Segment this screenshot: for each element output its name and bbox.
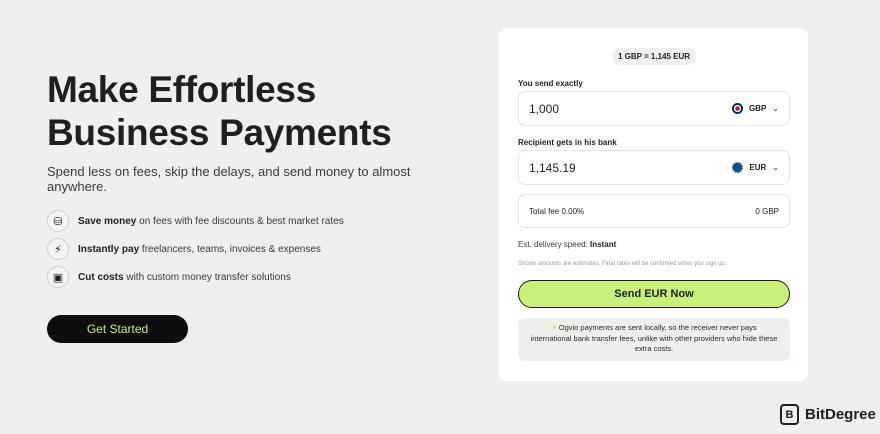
send-amount-label: You send exactly — [518, 79, 583, 88]
send-eur-now-button[interactable]: Send EUR Now — [518, 280, 790, 308]
hero-title: Make Effortless Business Payments — [47, 69, 392, 153]
uk-flag-icon — [731, 103, 743, 114]
send-currency-code: GBP — [748, 104, 767, 113]
lightning-icon: ⚡ — [47, 238, 69, 260]
bitdegree-watermark: B BitDegree — [780, 404, 876, 425]
feature-text: Cut costs with custom money transfer sol… — [78, 271, 291, 283]
feature-item-instant-pay: ⚡ Instantly pay freelancers, teams, invo… — [47, 235, 467, 263]
eu-flag-icon — [732, 162, 744, 173]
bitdegree-logo-icon: B — [780, 404, 799, 425]
feature-list: ⛁ Save money on fees with fee discounts … — [47, 207, 467, 291]
receive-currency-select[interactable]: EUR ⌄ — [732, 162, 779, 173]
send-amount-input[interactable]: 1,000 — [529, 102, 559, 116]
receive-amount-input[interactable]: 1,145.19 — [529, 161, 576, 175]
feature-text: Save money on fees with fee discounts & … — [78, 215, 344, 227]
send-currency-select[interactable]: GBP ⌄ — [731, 103, 779, 114]
send-amount-field[interactable]: 1,000 GBP ⌄ — [518, 91, 790, 126]
banknote-icon: ▣ — [47, 266, 69, 288]
info-note: ⚡ Ogvio payments are sent locally, so th… — [518, 318, 790, 361]
receive-amount-field[interactable]: 1,145.19 EUR ⌄ — [518, 150, 790, 185]
receive-currency-code: EUR — [749, 163, 767, 172]
exchange-rate-badge: 1 GBP = 1.145 EUR — [612, 48, 696, 65]
hero-subtitle: Spend less on fees, skip the delays, and… — [47, 164, 411, 194]
get-started-button[interactable]: Get Started — [47, 315, 188, 343]
chevron-down-icon: ⌄ — [772, 104, 779, 113]
coins-icon: ⛁ — [47, 210, 69, 232]
fee-label: Total fee 0.00% — [529, 206, 585, 216]
estimate-disclaimer: Shown amounts are estimates. Final rates… — [518, 261, 727, 267]
delivery-label: Est. delivery speed: — [518, 240, 588, 249]
lightning-icon: ⚡ — [551, 323, 557, 332]
converter-card: 1 GBP = 1.145 EUR You send exactly 1,000… — [499, 28, 808, 381]
feature-text: Instantly pay freelancers, teams, invoic… — [78, 243, 321, 255]
fee-value: 0 GBP — [755, 206, 779, 216]
delivery-value: Instant — [590, 240, 617, 249]
chevron-down-icon: ⌄ — [772, 163, 779, 172]
fee-summary: Total fee 0.00% 0 GBP — [518, 194, 790, 228]
feature-item-cut-costs: ▣ Cut costs with custom money transfer s… — [47, 263, 467, 291]
feature-item-save-money: ⛁ Save money on fees with fee discounts … — [47, 207, 467, 235]
receive-amount-label: Recipient gets in his bank — [518, 138, 617, 147]
info-note-text: Ogvio payments are sent locally, so the … — [530, 323, 778, 353]
brand-name: BitDegree — [805, 406, 876, 423]
delivery-speed: Est. delivery speed: Instant — [518, 240, 616, 249]
